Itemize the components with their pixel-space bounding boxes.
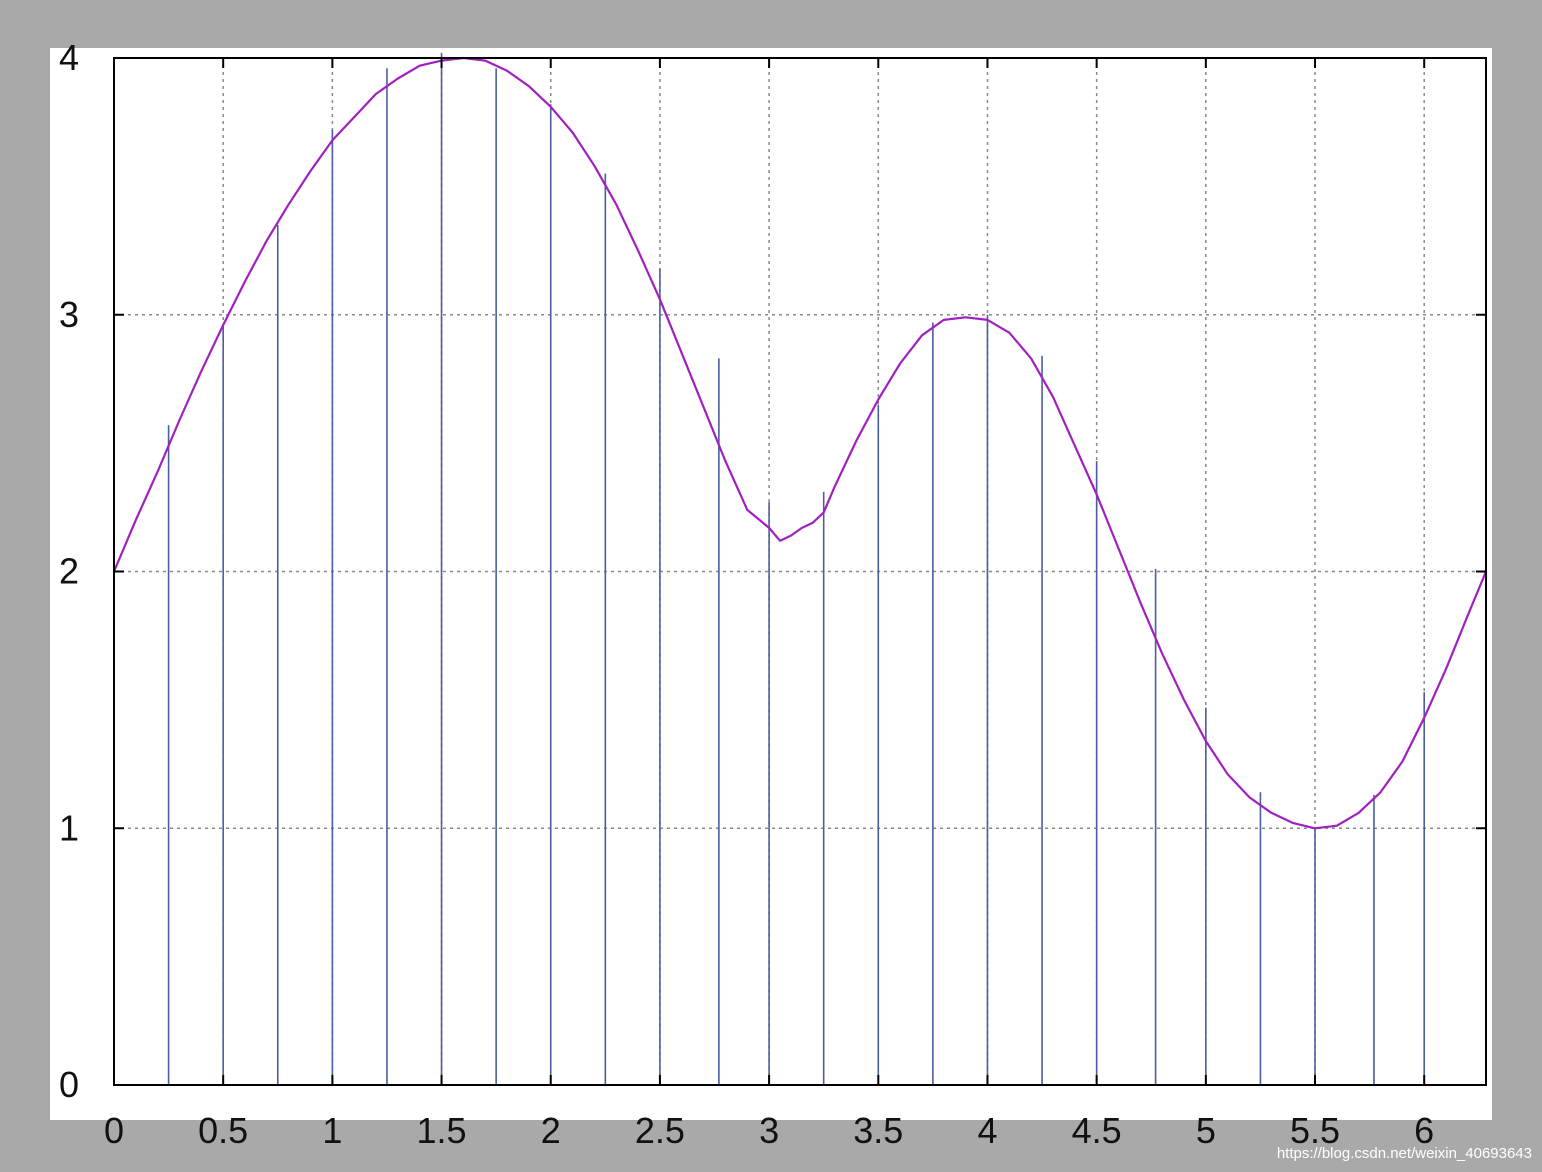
grid-lines: [114, 58, 1486, 1085]
y-tick-label: 0: [59, 1064, 79, 1105]
y-tick-label: 3: [59, 294, 79, 335]
line-series: [112, 56, 1488, 830]
y-tick-label: 4: [59, 37, 79, 78]
x-tick-label: 3: [759, 1110, 779, 1151]
x-tick-label: 2.5: [635, 1110, 685, 1151]
x-tick-label: 4.5: [1072, 1110, 1122, 1151]
chart: 0 0.5 1 1.5 2 2.5 3 3.5 4 4.5 5 5.5 6 01234: [59, 37, 1488, 1151]
x-tick-label: 4: [977, 1110, 997, 1151]
x-tick-label: 0.5: [198, 1110, 248, 1151]
line-series-path: [112, 56, 1488, 830]
stem-series: [167, 52, 1426, 1085]
x-tick-label: 1: [322, 1110, 342, 1151]
y-tick-label: 2: [59, 551, 79, 592]
y-tick-label: 1: [59, 807, 79, 848]
x-tick-label: 3.5: [853, 1110, 903, 1151]
watermark-text: https://blog.csdn.net/weixin_40693643: [1276, 1145, 1532, 1162]
x-tick-label: 5: [1196, 1110, 1216, 1151]
x-tick-label: 1.5: [417, 1110, 467, 1151]
x-tick-label: 2: [541, 1110, 561, 1151]
x-tick-label: 0: [104, 1110, 124, 1151]
